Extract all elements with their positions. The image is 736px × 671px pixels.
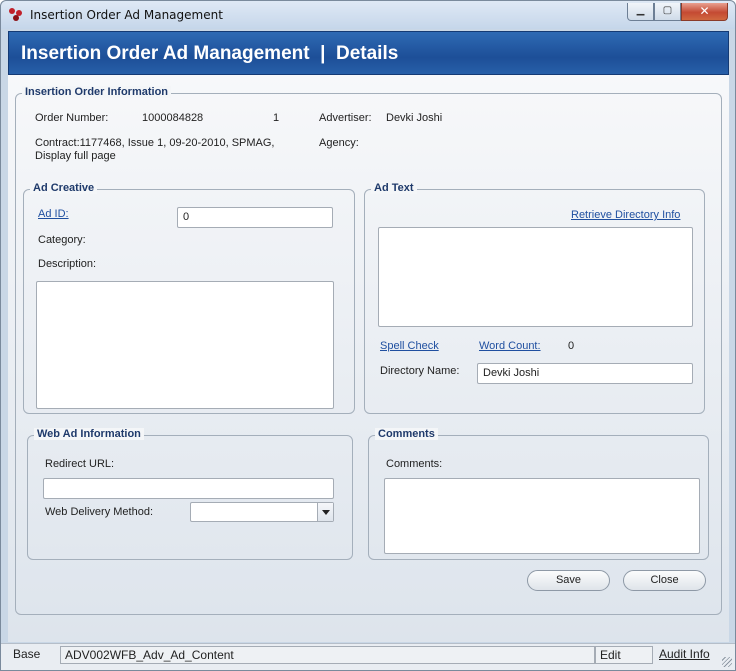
status-screen-id: ADV002WFB_Adv_Ad_Content: [60, 646, 595, 664]
description-textarea[interactable]: [36, 281, 334, 409]
ad-text-textarea[interactable]: [378, 227, 693, 327]
comments-group: Comments Comments:: [368, 428, 709, 560]
web-ad-info-group: Web Ad Information Redirect URL: Web Del…: [27, 428, 353, 560]
comments-textarea[interactable]: [384, 478, 700, 554]
ad-text-group: Ad Text Retrieve Directory Info Spell Ch…: [364, 182, 705, 414]
web-delivery-method-label: Web Delivery Method:: [45, 506, 154, 518]
order-sequence-value: 1: [273, 112, 280, 124]
content-panel: Insertion Order Information Order Number…: [8, 75, 729, 642]
status-mode: Edit: [595, 646, 653, 664]
spell-check-link[interactable]: Spell Check: [380, 340, 439, 352]
window-title: Insertion Order Ad Management: [30, 8, 223, 22]
agency-label: Agency:: [319, 137, 359, 149]
minimize-button[interactable]: ▁: [627, 3, 654, 21]
contract-line-2: Display full page: [35, 150, 116, 162]
title-bar[interactable]: Insertion Order Ad Management ▁ ▢ ✕: [1, 1, 735, 29]
save-button[interactable]: Save: [527, 570, 610, 591]
word-count-link[interactable]: Word Count:: [479, 340, 541, 352]
ad-id-link[interactable]: Ad ID:: [38, 208, 69, 220]
page-title: Insertion Order Ad Management | Details: [21, 43, 399, 64]
redirect-url-label: Redirect URL:: [45, 458, 115, 470]
comments-legend: Comments: [375, 428, 438, 440]
close-window-button[interactable]: ✕: [681, 3, 728, 21]
contract-line-1: Contract:1177468, Issue 1, 09-20-2010, S…: [35, 137, 275, 149]
advertiser-label: Advertiser:: [319, 112, 372, 124]
audit-info-link[interactable]: Audit Info: [659, 647, 710, 661]
word-count-value: 0: [568, 340, 575, 352]
header-banner: Insertion Order Ad Management | Details: [8, 31, 729, 75]
ad-creative-group: Ad Creative Ad ID: 0 Category: Descripti…: [23, 182, 355, 414]
window: Insertion Order Ad Management ▁ ▢ ✕ Inse…: [0, 0, 736, 671]
order-number-value: 1000084828: [142, 112, 204, 124]
directory-name-label: Directory Name:: [380, 365, 460, 377]
ad-text-legend: Ad Text: [371, 182, 417, 194]
ad-id-input[interactable]: 0: [177, 207, 333, 228]
insertion-order-info-group: Insertion Order Information Order Number…: [15, 86, 722, 615]
status-base: Base: [13, 647, 41, 661]
ad-creative-legend: Ad Creative: [30, 182, 98, 194]
close-button[interactable]: Close: [623, 570, 706, 591]
directory-name-input[interactable]: Devki Joshi: [477, 363, 693, 384]
web-ad-info-legend: Web Ad Information: [34, 428, 144, 440]
resize-grip-icon[interactable]: [722, 657, 732, 667]
chevron-down-icon[interactable]: [317, 503, 333, 521]
description-label: Description:: [38, 258, 97, 270]
comments-label: Comments:: [386, 458, 443, 470]
retrieve-directory-info-link[interactable]: Retrieve Directory Info: [571, 209, 680, 221]
advertiser-value: Devki Joshi: [386, 112, 443, 124]
app-icon: [9, 8, 23, 22]
category-label: Category:: [38, 234, 86, 246]
maximize-button[interactable]: ▢: [654, 3, 681, 21]
redirect-url-input[interactable]: [43, 478, 334, 499]
io-info-legend: Insertion Order Information: [22, 86, 172, 98]
order-number-label: Order Number:: [35, 112, 109, 124]
status-bar: Base ADV002WFB_Adv_Ad_Content Edit Audit…: [1, 643, 735, 670]
web-delivery-method-select[interactable]: [190, 502, 334, 522]
